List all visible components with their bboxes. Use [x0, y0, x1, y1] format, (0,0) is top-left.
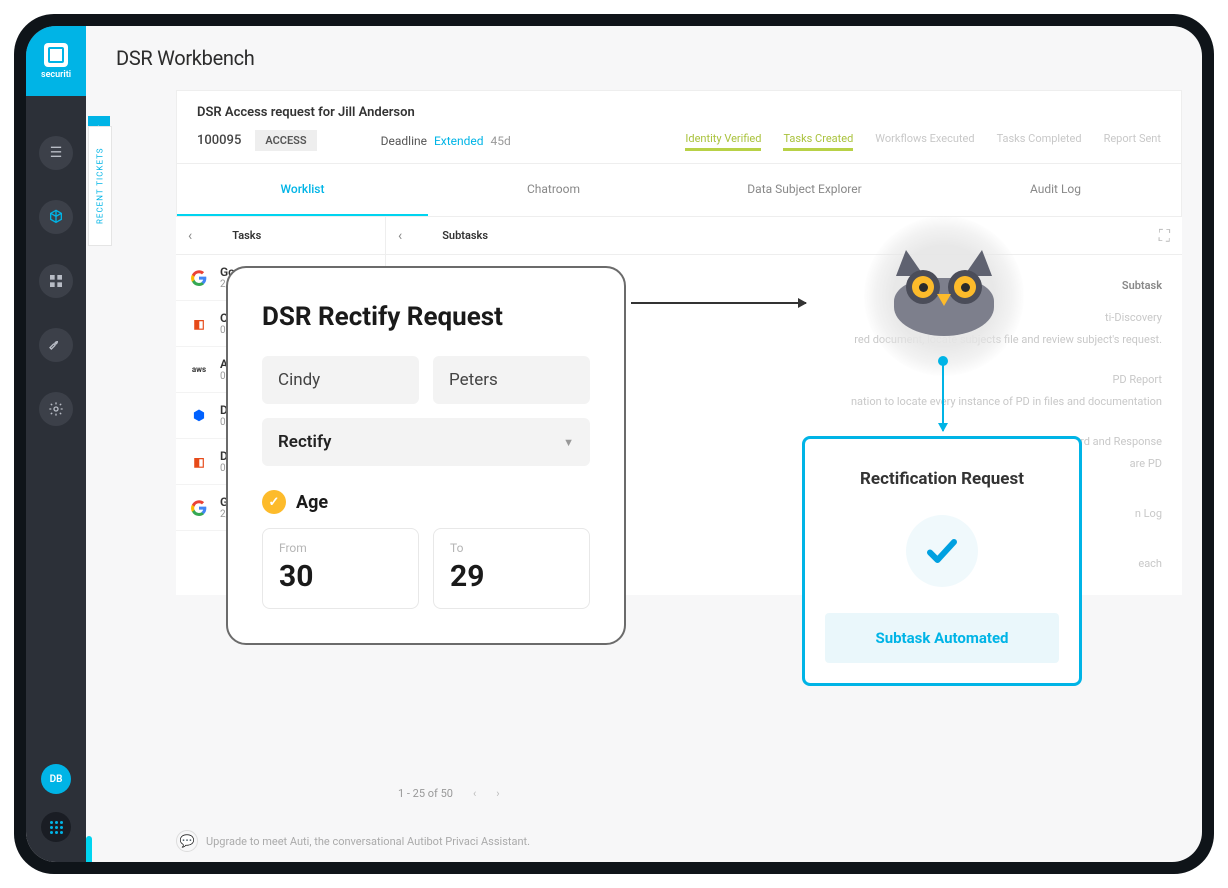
blue-arrow-connector [942, 361, 944, 431]
owl-eye-icon [948, 270, 982, 304]
stage-report-sent: Report Sent [1104, 132, 1161, 149]
to-label: To [450, 541, 573, 555]
brand-name: securiti [41, 70, 71, 80]
app-title: DSR Workbench [116, 46, 255, 70]
google-icon [188, 267, 210, 289]
brand-logo[interactable]: securiti [26, 26, 86, 96]
content-tabs: Worklist Chatroom Data Subject Explorer … [176, 164, 1182, 217]
action-select[interactable]: Rectify ▼ [262, 418, 590, 466]
to-value: 29 [450, 559, 573, 594]
stage-identity-verified: Identity Verified [685, 132, 761, 149]
page-next-icon[interactable]: › [496, 787, 499, 800]
request-header: DSR Access request for Jill Anderson 100… [176, 90, 1182, 164]
tab-worklist[interactable]: Worklist [177, 164, 428, 216]
office-icon: ◧ [188, 313, 210, 335]
expand-icon[interactable]: ⛶ [1159, 226, 1170, 246]
aws-icon: aws [188, 359, 210, 381]
wrench-icon[interactable] [39, 328, 73, 362]
owl-mascot [864, 216, 1024, 376]
dashboard-icon[interactable] [39, 264, 73, 298]
brand-icon [44, 43, 68, 67]
from-box[interactable]: From 30 [262, 528, 419, 609]
subtasks-back-icon[interactable]: ‹ [398, 228, 402, 244]
dropbox-icon: ⬢ [188, 405, 210, 427]
rectify-title: DSR Rectify Request [262, 302, 590, 332]
page-text: 1 - 25 of 50 [398, 787, 453, 800]
apps-icon[interactable] [41, 812, 71, 842]
first-name-input[interactable]: Cindy [262, 356, 419, 404]
page-prev-icon[interactable]: ‹ [473, 787, 476, 800]
deadline-days: 45d [491, 134, 511, 148]
avatar[interactable]: DB [41, 764, 71, 794]
last-name-input[interactable]: Peters [433, 356, 590, 404]
tab-chatroom[interactable]: Chatroom [428, 164, 679, 216]
from-label: From [279, 541, 402, 555]
deadline-status: Extended [434, 134, 484, 148]
office-icon: ◧ [188, 451, 210, 473]
upgrade-text: Upgrade to meet Auti, the conversational… [206, 835, 530, 848]
request-id: 100095 [197, 133, 241, 148]
rectify-card: DSR Rectify Request Cindy Peters Rectify… [226, 266, 626, 645]
from-value: 30 [279, 559, 402, 594]
cube-icon[interactable] [39, 200, 73, 234]
tasks-back-icon[interactable]: ‹ [188, 228, 192, 244]
gear-icon[interactable] [39, 392, 73, 426]
result-title: Rectification Request [825, 469, 1059, 489]
owl-eye-icon [906, 270, 940, 304]
success-check-icon [906, 515, 978, 587]
arrow-connector [631, 302, 806, 304]
menu-icon[interactable]: ☰ [39, 136, 73, 170]
to-box[interactable]: To 29 [433, 528, 590, 609]
request-type-badge: ACCESS [255, 130, 316, 151]
pagination: 1 - 25 of 50 ‹ › [386, 775, 512, 812]
tab-data-subject-explorer[interactable]: Data Subject Explorer [679, 164, 930, 216]
stage-tasks-created: Tasks Created [783, 132, 853, 149]
deadline-label: Deadline Extended 45d [381, 134, 511, 148]
chat-icon[interactable]: 💬 [176, 830, 198, 852]
tab-audit-log[interactable]: Audit Log [930, 164, 1181, 216]
action-value: Rectify [278, 432, 331, 452]
stage-list: Identity Verified Tasks Created Workflow… [685, 132, 1161, 149]
subtask-label: Subtask [1122, 275, 1162, 297]
topbar: DSR Workbench [86, 26, 1202, 90]
owl-beak-icon [937, 294, 951, 306]
google-icon [188, 497, 210, 519]
subtasks-header: Subtasks [442, 229, 488, 242]
stage-workflows-executed: Workflows Executed [875, 132, 974, 149]
request-title: DSR Access request for Jill Anderson [197, 105, 1161, 120]
check-icon: ✓ [262, 490, 286, 514]
sidebar: securiti ☰ DB [26, 26, 86, 862]
tasks-header: Tasks [232, 229, 261, 242]
upgrade-bar: 💬 Upgrade to meet Auti, the conversation… [176, 830, 1182, 852]
subtask-automated-button[interactable]: Subtask Automated [825, 613, 1059, 663]
deadline-text: Deadline [381, 134, 427, 148]
attribute-label: Age [296, 492, 328, 513]
stage-tasks-completed: Tasks Completed [997, 132, 1082, 149]
result-card: Rectification Request Subtask Automated [802, 436, 1082, 686]
chevron-down-icon: ▼ [563, 436, 574, 449]
